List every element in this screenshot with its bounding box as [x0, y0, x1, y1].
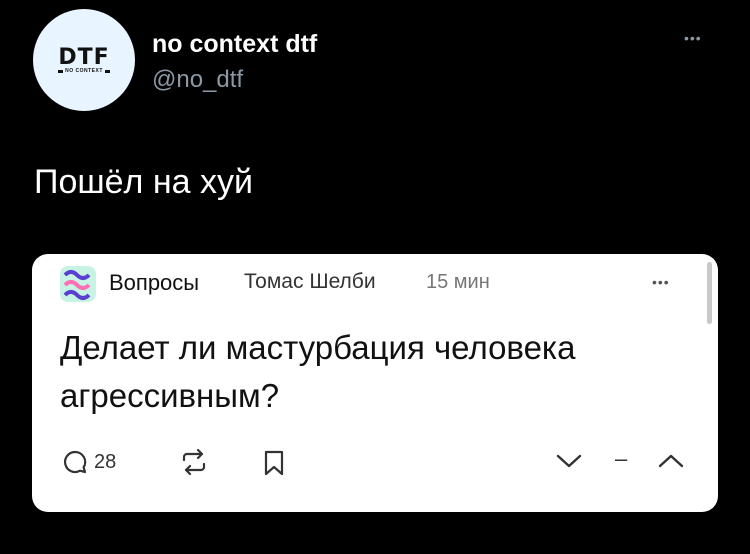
- profile-name[interactable]: no context dtf: [152, 30, 317, 59]
- profile-handle[interactable]: @no_dtf: [152, 66, 243, 94]
- comments-button[interactable]: 28: [62, 449, 116, 475]
- avatar[interactable]: DTF NO CONTEXT: [33, 9, 135, 111]
- bookmark-icon: [264, 450, 284, 476]
- upvote-icon: [658, 454, 684, 468]
- tweet-text: Пошёл на хуй: [34, 163, 253, 201]
- card-title[interactable]: Делает ли мастурбация человека агрессивн…: [60, 324, 660, 420]
- card-time: 15 мин: [426, 271, 490, 293]
- logo-subtext: NO CONTEXT: [63, 67, 105, 74]
- card-author[interactable]: Томас Шелби: [244, 270, 376, 294]
- comments-count: 28: [94, 450, 117, 473]
- category-icon: [60, 266, 96, 302]
- card-more-icon[interactable]: •••: [652, 274, 670, 290]
- downvote-icon: [556, 454, 582, 468]
- vote-separator: –: [615, 446, 628, 471]
- comment-icon: [63, 450, 87, 474]
- repost-icon: [182, 449, 206, 475]
- more-options-icon[interactable]: •••: [684, 30, 702, 46]
- scrollbar[interactable]: [707, 262, 712, 324]
- repost-button[interactable]: [178, 449, 210, 475]
- downvote-button[interactable]: [555, 452, 583, 470]
- upvote-button[interactable]: [657, 452, 685, 470]
- quoted-card[interactable]: Вопросы Томас Шелби 15 мин ••• Делает ли…: [32, 254, 718, 512]
- bookmark-button[interactable]: [263, 449, 285, 477]
- card-category[interactable]: Вопросы: [109, 270, 199, 296]
- card-actions: 28 –: [32, 444, 718, 484]
